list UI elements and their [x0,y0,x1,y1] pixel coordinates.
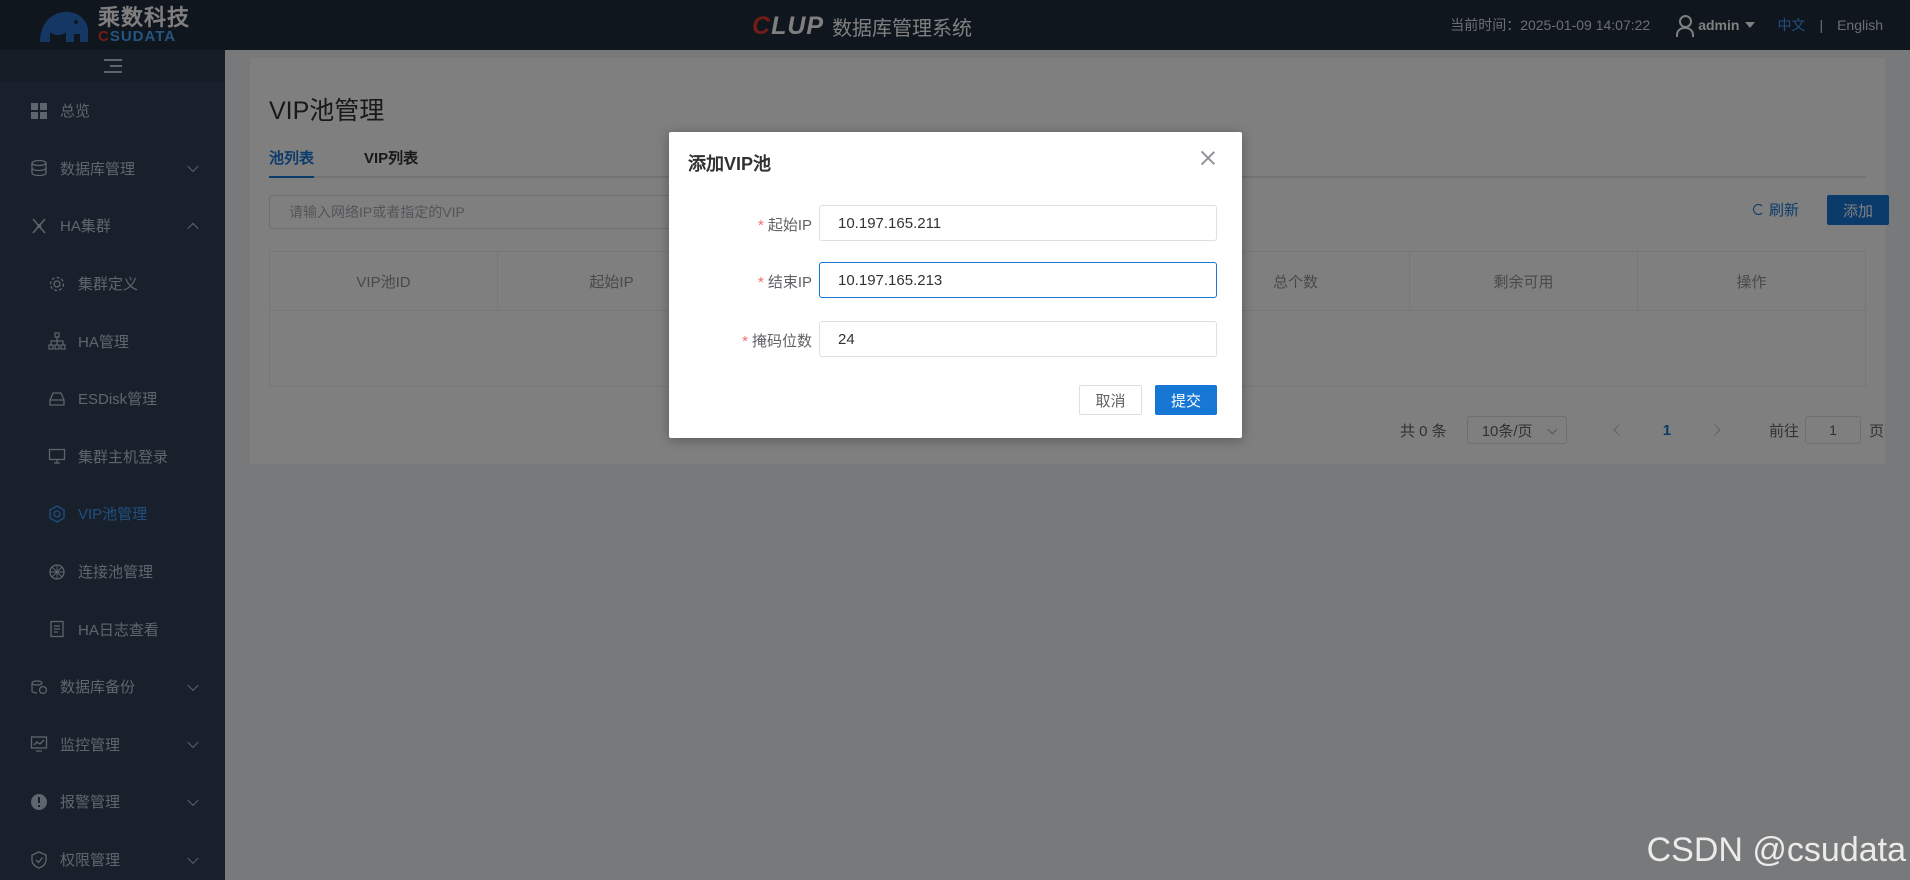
mask-bits-label: * 掩码位数 [742,333,812,350]
watermark: CSDN @csudata [1646,831,1906,869]
end-ip-input[interactable] [819,262,1217,298]
add-vip-pool-dialog: 添加VIP池 *起始IP *结束IP *掩码位数 取消 提交 [669,132,1242,438]
form-row-end-ip: * 结束IP [669,262,1242,298]
dialog-title: 添加VIP池 [688,154,772,174]
form-row-mask-bits: * 掩码位数 [669,321,1242,357]
end-ip-label: * 结束IP [757,274,812,291]
start-ip-input[interactable] [819,205,1217,241]
cancel-button[interactable]: 取消 [1079,385,1142,415]
close-icon[interactable] [1200,150,1216,166]
mask-bits-input[interactable] [819,321,1217,357]
start-ip-label: * 起始IP [757,217,812,234]
form-row-start-ip: * 起始IP [669,205,1242,241]
submit-button[interactable]: 提交 [1155,385,1217,415]
